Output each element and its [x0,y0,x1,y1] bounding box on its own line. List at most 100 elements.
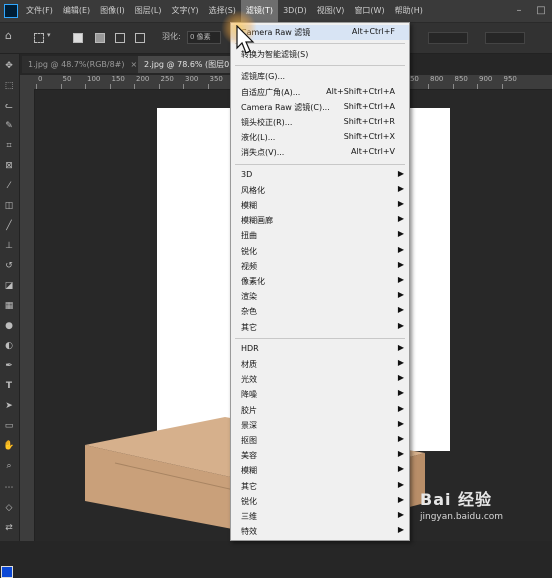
foreground-color-swatch[interactable] [1,566,13,578]
tab-1jpg[interactable]: 1.jpg @ 48.7%(RGB/8#) × [22,56,144,73]
menu-item-submenu[interactable]: 3D ▶ [231,168,409,183]
menu-item[interactable]: 图层(L) [130,0,167,22]
pen-tool-icon[interactable]: ✒ [3,360,15,372]
hand-tool-icon[interactable]: ✋ [3,440,15,452]
menu-item-plugin[interactable]: 材质 ▶ [231,357,409,372]
menu-item[interactable]: 窗口(W) [349,0,389,22]
menu-item-filter[interactable]: Camera Raw 滤镜(C)... Shift+Ctrl+A [231,100,409,115]
lasso-tool-icon[interactable]: ᓚ [3,100,15,112]
menu-item-label: 材质 [241,360,257,369]
menu-item-filter[interactable]: 消失点(V)... Alt+Ctrl+V [231,145,409,160]
shape-tool-icon[interactable]: ▭ [3,420,15,432]
menu-item-plugin[interactable]: 景深 ▶ [231,418,409,433]
healing-brush-icon[interactable]: ◫ [3,200,15,212]
submenu-arrow-icon: ▶ [397,229,404,239]
maximize-icon[interactable]: □ [530,0,552,22]
menu-item-plugin[interactable]: 美容 ▶ [231,448,409,463]
quick-select-icon[interactable]: ✎ [3,120,15,132]
home-icon[interactable]: ⌂ [5,29,12,42]
menu-item-plugin[interactable]: 胶片 ▶ [231,403,409,418]
submenu-arrow-icon: ▶ [397,214,404,224]
menu-item-label: 液化(L)... [241,133,276,143]
menu-item-filter[interactable]: 自适应广角(A)... Alt+Shift+Ctrl+A [231,85,409,100]
menu-item-submenu[interactable]: 视频 ▶ [231,259,409,274]
dodge-tool-icon[interactable]: ◐ [3,340,15,352]
menu-item[interactable]: 文件(F) [21,0,58,22]
menu-item-submenu[interactable]: 风格化 ▶ [231,183,409,198]
menu-item-plugin[interactable]: 特效 ▶ [231,524,409,539]
type-tool-icon[interactable]: T [3,380,15,392]
menu-item-submenu[interactable]: 锐化 ▶ [231,244,409,259]
new-selection-icon[interactable] [73,33,83,43]
crop-tool-icon[interactable]: ⌗ [3,140,15,152]
ruler-label: 800 [430,75,444,83]
width-field[interactable] [428,32,468,44]
menu-item-label: 滤镜库(G)... [241,72,286,82]
menu-item-plugin[interactable]: 抠图 ▶ [231,433,409,448]
path-select-icon[interactable]: ➤ [3,400,15,412]
subtract-selection-icon[interactable] [115,33,125,43]
menu-item-plugin[interactable]: 锐化 ▶ [231,494,409,509]
stamp-tool-icon[interactable]: ⊥ [3,240,15,252]
ruler-label: 0 [38,75,43,83]
menu-item-plugin[interactable]: HDR ▶ [231,342,409,357]
watermark: Bai 经验 jingyan.baidu.com [420,486,503,522]
menu-item-submenu[interactable]: 像素化 ▶ [231,274,409,289]
menu-item-plugin[interactable]: 光效 ▶ [231,372,409,387]
menu-item-shortcut: Alt+Ctrl+V [351,147,395,157]
more-tools-icon[interactable]: ⋯ [3,482,15,494]
menu-item-submenu[interactable]: 渲染 ▶ [231,289,409,304]
menu-item[interactable]: 帮助(H) [390,0,428,22]
menu-item-plugin[interactable]: 降噪 ▶ [231,387,409,402]
ruler-tick [60,84,62,89]
blur-tool-icon[interactable]: ● [3,320,15,332]
eyedropper-icon[interactable]: ⁄ [3,180,15,192]
menu-item[interactable]: 3D(D) [278,0,312,22]
gradient-tool-icon[interactable]: ▦ [3,300,15,312]
menu-item-label: 风格化 [241,185,265,195]
height-field[interactable] [485,32,525,44]
swap-colors-icon[interactable]: ⇄ [3,522,15,534]
menu-item-filter[interactable]: 镜头校正(R)... Shift+Ctrl+R [231,115,409,130]
menu-item-label: 锐化 [241,246,257,256]
menu-item-label: 降噪 [241,390,257,400]
menu-item-label: 胶片 [241,405,257,415]
intersect-selection-icon[interactable] [135,33,145,43]
menu-item[interactable]: 编辑(E) [58,0,95,22]
frame-tool-icon[interactable]: ⊠ [3,160,15,172]
menu-item[interactable]: 视图(V) [312,0,350,22]
eraser-icon[interactable]: ◪ [3,280,15,292]
marquee-tool-icon[interactable]: ⬚ [3,80,15,92]
menu-item-plugin[interactable]: 模糊 ▶ [231,463,409,478]
close-icon[interactable]: × [131,60,138,69]
submenu-arrow-icon: ▶ [397,183,404,193]
menu-item-plugin[interactable]: 三维 ▶ [231,509,409,524]
brush-tool-icon[interactable]: ╱ [3,220,15,232]
menu-item[interactable]: 图像(I) [95,0,130,22]
menu-item-filter[interactable]: 滤镜库(G)... [231,69,409,84]
minimize-icon[interactable]: – [508,0,530,22]
ruler-label: 50 [62,75,72,83]
edit-toolbar-icon[interactable]: ◇ [3,502,15,514]
menu-item-submenu[interactable]: 扭曲 ▶ [231,228,409,243]
menu-item-label: 三维 [241,512,257,521]
feather-input[interactable]: 0 像素 [187,31,221,44]
menu-item-label: 其它 [241,481,257,491]
zoom-tool-icon[interactable]: ⌕ [3,460,15,472]
history-brush-icon[interactable]: ↺ [3,260,15,272]
chevron-down-icon[interactable]: ▾ [47,31,51,39]
ruler-label: 250 [160,75,174,83]
marquee-tool-icon[interactable] [34,33,44,43]
ruler-label: 150 [111,75,125,83]
add-selection-icon[interactable] [95,33,105,43]
menu-item[interactable]: 文字(Y) [166,0,203,22]
menu-item-submenu[interactable]: 模糊画廊 ▶ [231,213,409,228]
menu-item-plugin[interactable]: 其它 ▶ [231,479,409,494]
menu-item-filter[interactable]: 液化(L)... Shift+Ctrl+X [231,130,409,145]
menu-item-submenu[interactable]: 模糊 ▶ [231,198,409,213]
menu-item-submenu[interactable]: 其它 ▶ [231,320,409,335]
move-tool-icon[interactable]: ✥ [3,60,15,72]
submenu-arrow-icon: ▶ [397,418,404,428]
menu-item-submenu[interactable]: 杂色 ▶ [231,304,409,319]
menu-item-label: 景深 [241,420,257,430]
